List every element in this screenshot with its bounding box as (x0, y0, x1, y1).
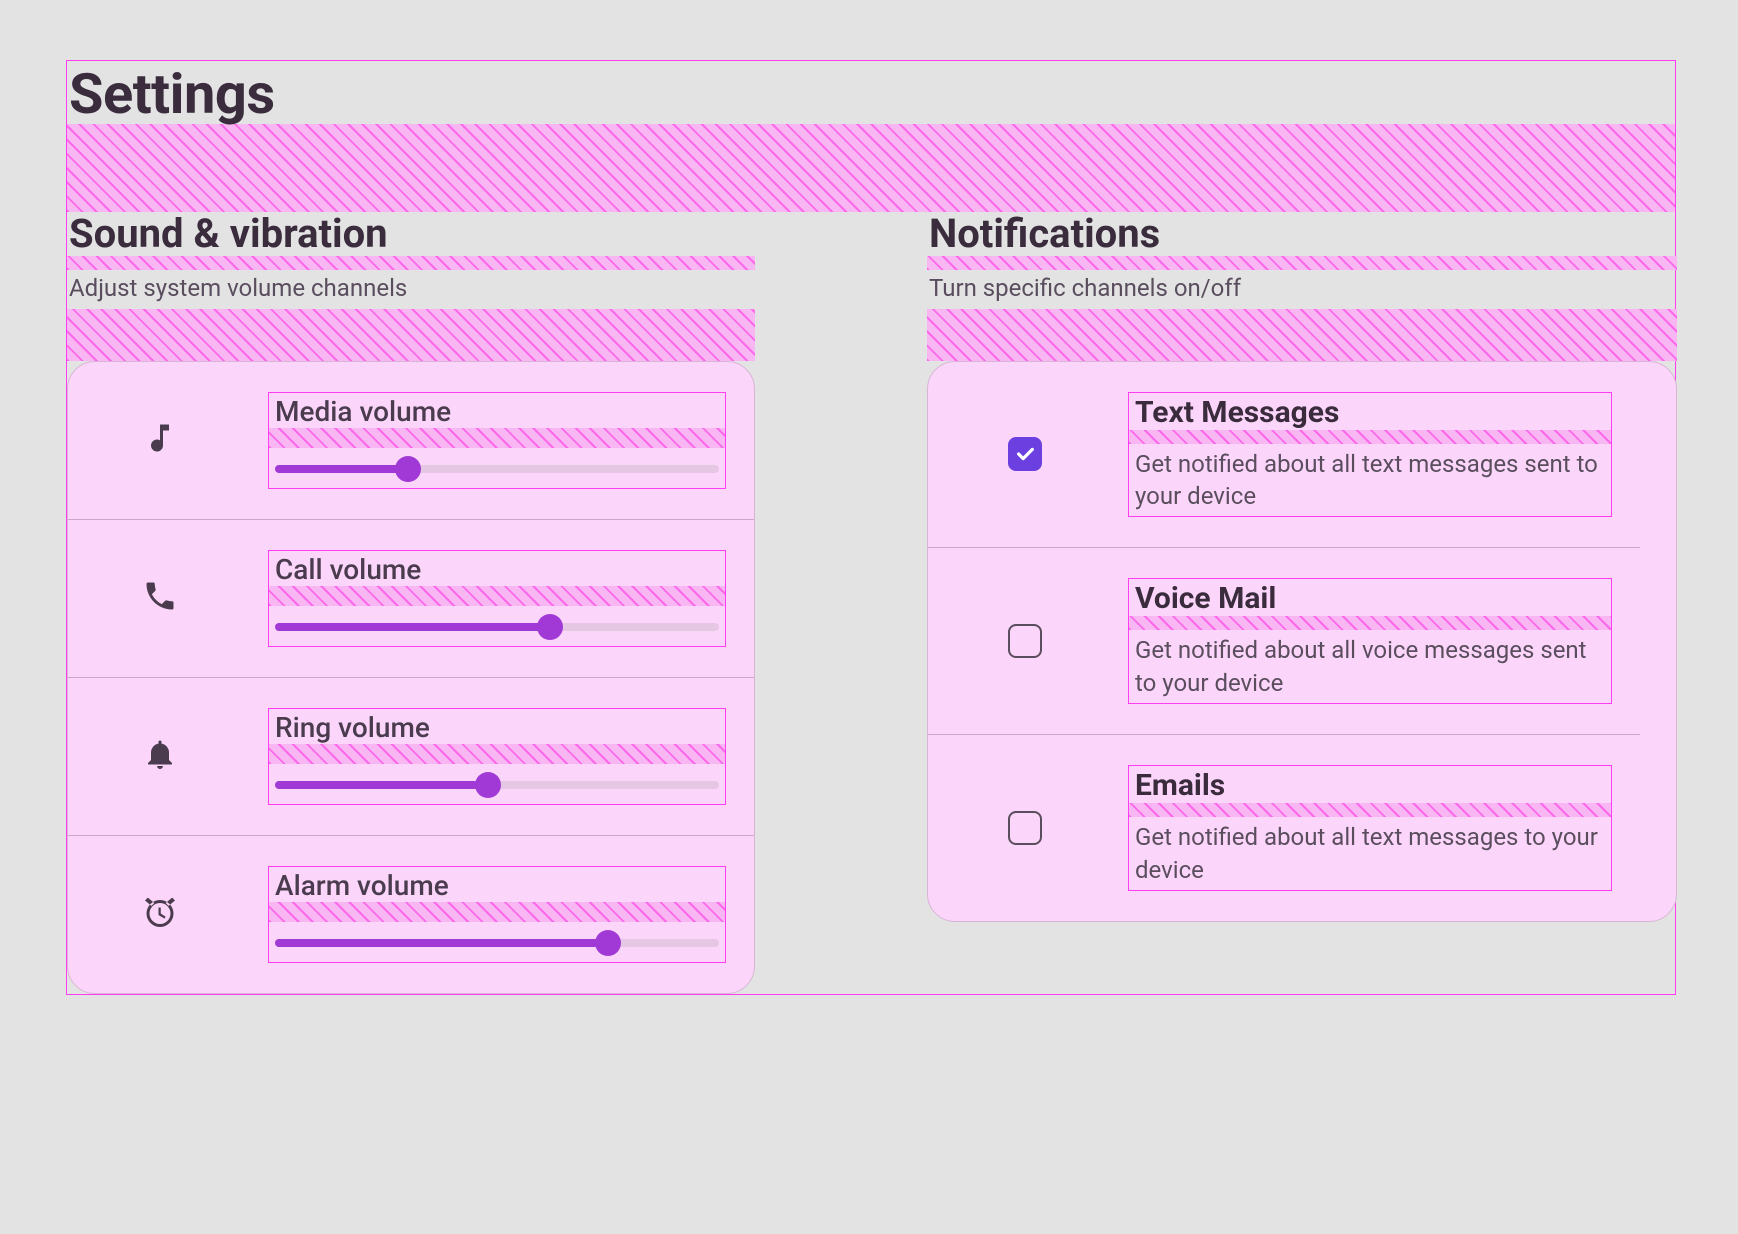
hatch-decoration (269, 744, 725, 764)
notification-row-emails: Emails Get notified about all text messa… (928, 734, 1640, 921)
slider-thumb[interactable] (475, 772, 501, 798)
voice-mail-checkbox[interactable] (1008, 624, 1042, 658)
alarm-icon (142, 894, 178, 934)
notifications-section-title: Notifications (927, 212, 1677, 256)
hatch-decoration (269, 586, 725, 606)
notification-row-description: Get notified about all text messages sen… (1129, 444, 1611, 517)
sound-section-subtitle: Adjust system volume channels (67, 270, 755, 309)
notification-row-title: Text Messages (1129, 393, 1611, 430)
sound-row-label: Alarm volume (269, 867, 725, 902)
call-volume-slider[interactable] (275, 616, 719, 638)
hatch-decoration (67, 256, 755, 270)
notification-row-description: Get notified about all voice messages se… (1129, 630, 1611, 703)
slider-thumb[interactable] (395, 456, 421, 482)
ring-volume-slider[interactable] (275, 774, 719, 796)
sound-row-label: Call volume (269, 551, 725, 586)
hatch-decoration (67, 309, 755, 361)
phone-icon (142, 578, 178, 618)
sound-row-label: Ring volume (269, 709, 725, 744)
notification-row-title: Emails (1129, 766, 1611, 803)
media-volume-slider[interactable] (275, 458, 719, 480)
sound-row-call: Call volume (68, 519, 754, 677)
hatch-decoration (1129, 803, 1611, 817)
notifications-section-subtitle: Turn specific channels on/off (927, 270, 1677, 309)
hatch-decoration (269, 902, 725, 922)
hatch-decoration (1129, 616, 1611, 630)
sound-row-label: Media volume (269, 393, 725, 428)
notification-row-text-messages: Text Messages Get notified about all tex… (928, 362, 1640, 548)
hatch-decoration (1129, 430, 1611, 444)
notification-row-voice-mail: Voice Mail Get notified about all voice … (928, 547, 1640, 734)
hatch-decoration (67, 124, 1675, 212)
bell-icon (142, 736, 178, 776)
hatch-decoration (269, 428, 725, 448)
slider-thumb[interactable] (537, 614, 563, 640)
alarm-volume-slider[interactable] (275, 932, 719, 954)
notifications-card: Text Messages Get notified about all tex… (927, 361, 1677, 922)
hatch-decoration (927, 256, 1677, 270)
sound-section-title: Sound & vibration (67, 212, 755, 256)
notification-row-title: Voice Mail (1129, 579, 1611, 616)
music-note-icon (142, 420, 178, 460)
emails-checkbox[interactable] (1008, 811, 1042, 845)
sound-row-alarm: Alarm volume (68, 835, 754, 993)
sound-card: Media volume (67, 361, 755, 994)
hatch-decoration (927, 309, 1677, 361)
sound-row-media: Media volume (68, 362, 754, 519)
sound-row-ring: Ring volume (68, 677, 754, 835)
slider-thumb[interactable] (595, 930, 621, 956)
text-messages-checkbox[interactable] (1008, 437, 1042, 471)
notification-row-description: Get notified about all text messages to … (1129, 817, 1611, 890)
page-title: Settings (67, 61, 1675, 124)
